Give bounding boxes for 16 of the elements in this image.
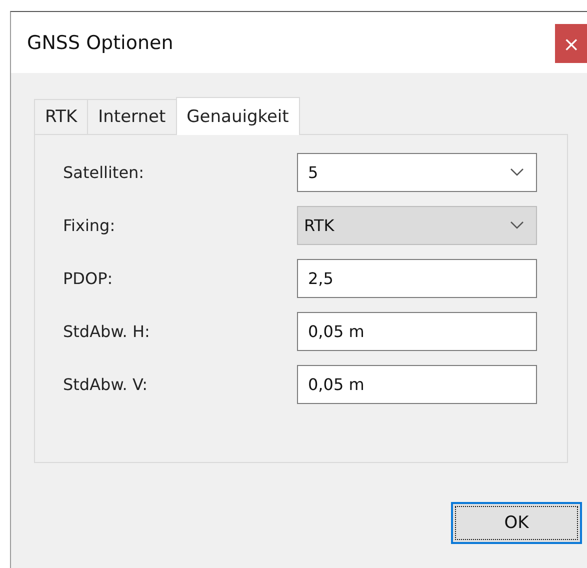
ok-button[interactable]: OK — [451, 502, 582, 544]
field-label: Fixing: — [63, 216, 116, 235]
input-field[interactable]: 0,05 m — [297, 312, 537, 351]
window-title: GNSS Optionen — [27, 32, 174, 54]
dropdown[interactable]: 5 — [297, 153, 537, 192]
tab[interactable]: RTK — [34, 99, 88, 134]
field-label: StdAbw. V: — [63, 375, 149, 394]
tab[interactable]: Genauigkeit — [176, 97, 300, 135]
close-button[interactable]: × — [555, 24, 587, 63]
field-label: PDOP: — [63, 269, 114, 288]
input-field[interactable]: 2,5 — [297, 259, 537, 298]
field-label: Satelliten: — [63, 163, 146, 182]
field-label: StdAbw. H: — [63, 322, 151, 341]
input-field[interactable]: 0,05 m — [297, 365, 537, 404]
chevron-down-icon — [510, 168, 524, 177]
chevron-down-icon — [510, 221, 524, 230]
